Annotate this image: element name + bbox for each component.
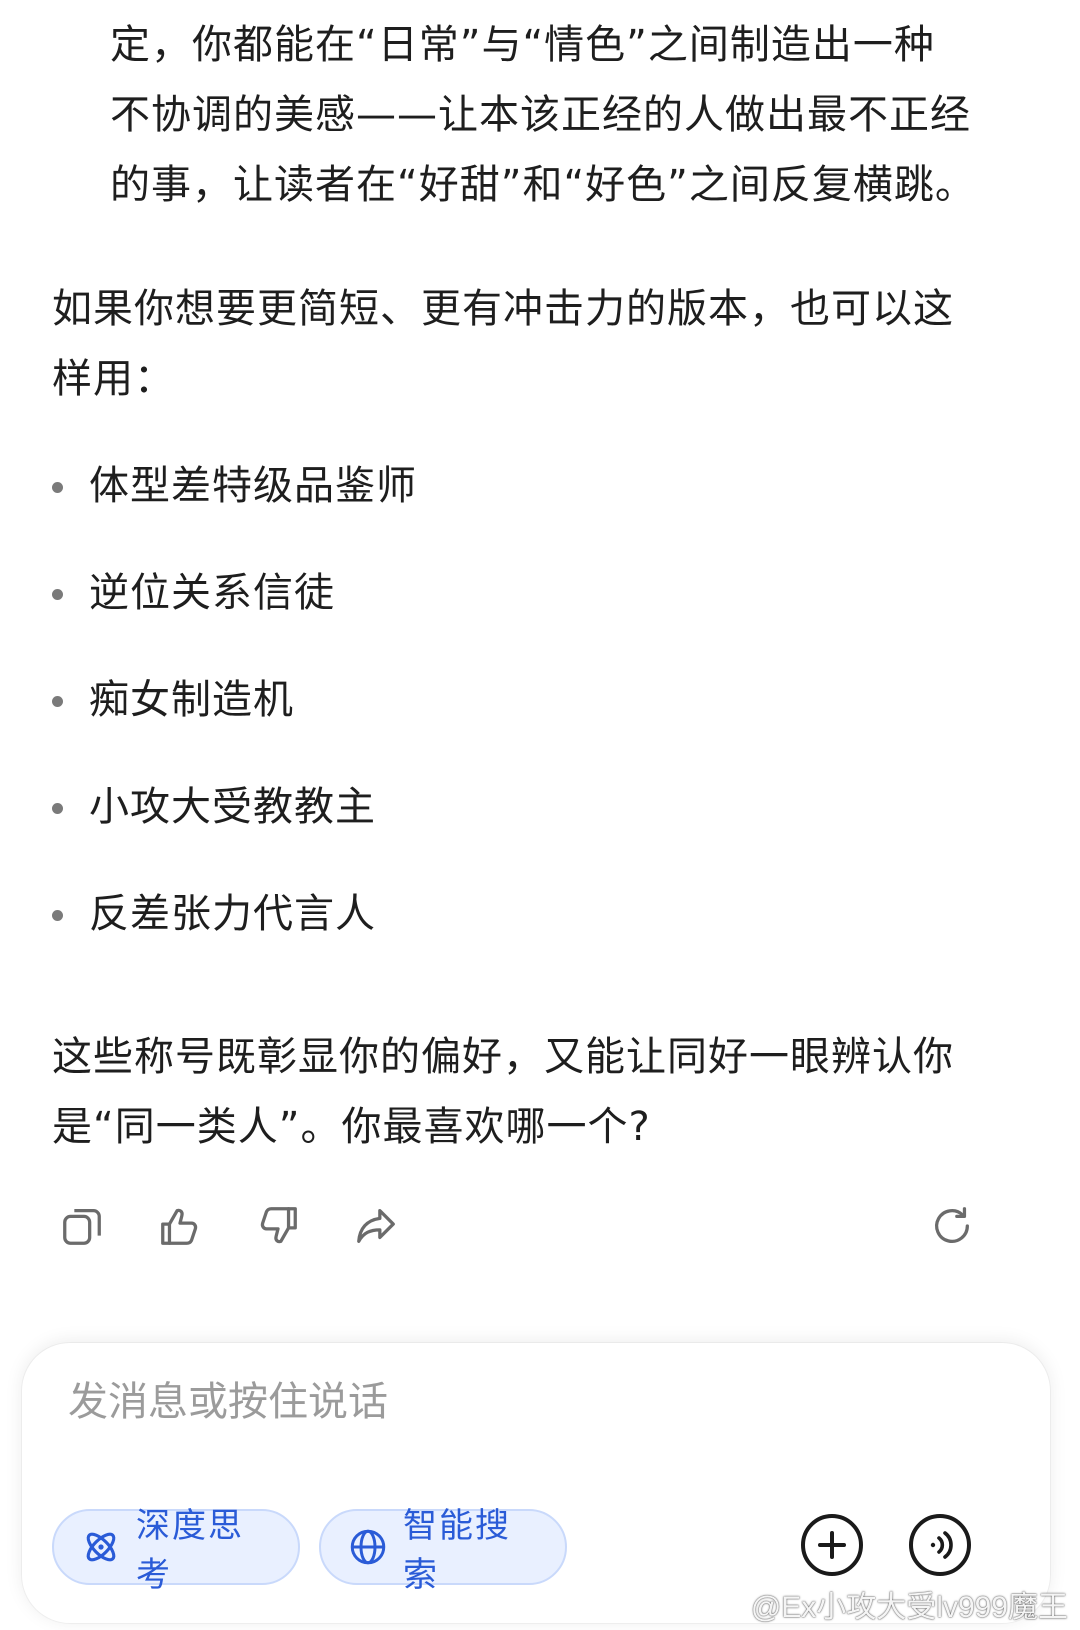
message-input[interactable]: [66, 1371, 970, 1433]
list-item: 体型差特级品鉴师: [52, 466, 417, 573]
message-line: 这些称号既彰显你的偏好，又能让同好一眼辨认你: [52, 1034, 954, 1080]
bullet-dot: [52, 803, 63, 814]
list-item-text: 逆位关系信徒: [89, 570, 335, 616]
watermark-text: @Ex小攻大受lv999魔王: [750, 1591, 1068, 1624]
bullet-dot: [52, 910, 63, 921]
list-item-text: 小攻大受教教主: [89, 784, 376, 830]
list-item: 反差张力代言人: [52, 894, 417, 1001]
voice-input-button[interactable]: [909, 1514, 971, 1576]
bullet-dot: [52, 696, 63, 707]
message-line: 如果你想要更简短、更有冲击力的版本，也可以这: [52, 286, 954, 332]
message-line: 是“同一类人”。你最喜欢哪一个?: [52, 1104, 651, 1150]
list-item: 逆位关系信徒: [52, 573, 417, 680]
share-icon[interactable]: [350, 1200, 402, 1252]
weibo-watermark: @Ex小攻大受lv999魔王: [711, 1582, 1068, 1626]
list-item-text: 反差张力代言人: [89, 891, 376, 937]
message-paragraph-2: 这些称号既彰显你的偏好，又能让同好一眼辨认你 是“同一类人”。你最喜欢哪一个?: [52, 1022, 1012, 1162]
sound-wave-icon: [930, 1531, 953, 1559]
web-search-button[interactable]: 智能搜索: [319, 1506, 567, 1595]
refresh-icon[interactable]: [926, 1200, 978, 1252]
web-search-label: 智能搜索: [403, 1506, 511, 1595]
deep-think-label: 深度思考: [136, 1506, 244, 1595]
list-item-text: 痴女制造机: [89, 677, 294, 723]
deep-think-button[interactable]: 深度思考: [52, 1506, 300, 1595]
title-bullet-list: 体型差特级品鉴师 逆位关系信徒 痴女制造机 小攻大受教教主 反差张力代言人: [52, 466, 417, 1001]
add-attachment-button[interactable]: [801, 1514, 863, 1576]
weibo-logo-icon: [711, 1594, 743, 1617]
list-item: 小攻大受教教主: [52, 787, 417, 894]
message-paragraph-1: 如果你想要更简短、更有冲击力的版本，也可以这 样用：: [52, 274, 1012, 414]
message-line: 的事，让读者在“好甜”和“好色”之间反复横跳。: [110, 162, 976, 208]
bullet-dot: [52, 482, 63, 493]
message-line: 不协调的美感——让本该正经的人做出最不正经: [110, 92, 971, 138]
bullet-dot: [52, 589, 63, 600]
thumbs-down-icon[interactable]: [252, 1200, 304, 1252]
plus-icon: [818, 1531, 846, 1559]
message-composer: 深度思考 智能搜索: [22, 1343, 1050, 1623]
copy-icon[interactable]: [56, 1200, 108, 1252]
message-action-bar: [56, 1200, 1016, 1256]
list-item-text: 体型差特级品鉴师: [89, 463, 417, 509]
thumbs-up-icon[interactable]: [154, 1200, 206, 1252]
list-item: 痴女制造机: [52, 680, 417, 787]
atom-icon: [80, 1526, 122, 1568]
message-paragraph-intro: 定，你都能在“日常”与“情色”之间制造出一种 不协调的美感——让本该正经的人做出…: [110, 10, 1030, 220]
message-line: 定，你都能在“日常”与“情色”之间制造出一种: [110, 22, 935, 68]
globe-icon: [347, 1526, 389, 1568]
message-line: 样用：: [52, 356, 175, 402]
